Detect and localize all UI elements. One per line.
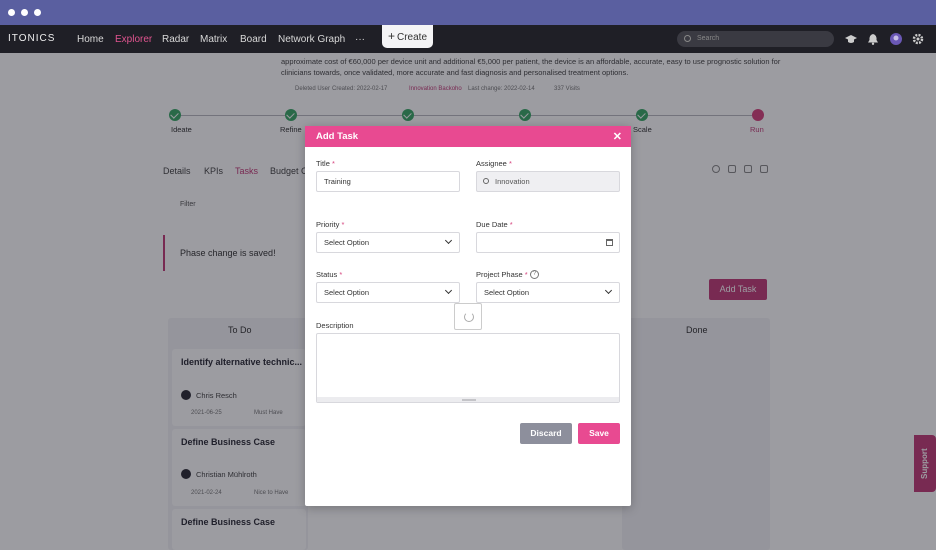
discard-button[interactable]: Discard (520, 423, 572, 444)
graduation-cap-icon[interactable] (845, 33, 857, 45)
nav-more[interactable]: ··· (355, 34, 365, 45)
status-select[interactable]: Select Option (316, 282, 460, 303)
top-navigation: ITONICS Home Explorer Radar Matrix Board… (0, 25, 936, 53)
priority-value: Select Option (324, 238, 370, 247)
nav-board[interactable]: Board (240, 34, 267, 45)
nav-network-graph[interactable]: Network Graph (278, 34, 345, 45)
close-icon[interactable]: ✕ (613, 130, 622, 143)
nav-home[interactable]: Home (77, 34, 104, 45)
search-icon (483, 178, 489, 184)
project-phase-label: Project Phase * (476, 270, 528, 279)
status-label: Status * (316, 270, 343, 279)
nav-explorer[interactable]: Explorer (115, 34, 152, 45)
resize-handle[interactable] (462, 399, 476, 401)
assignee-input[interactable]: Innovation (476, 171, 620, 192)
project-phase-value: Select Option (484, 288, 530, 297)
title-label: Title * (316, 159, 335, 168)
calendar-icon[interactable] (606, 239, 613, 246)
create-label: Create (397, 32, 428, 43)
description-textarea[interactable] (316, 333, 620, 403)
window-titlebar (0, 0, 936, 25)
chevron-down-icon (444, 286, 453, 295)
title-input[interactable]: Training (316, 171, 460, 192)
title-value: Training (324, 177, 351, 186)
help-icon[interactable]: ? (530, 270, 539, 279)
avatar[interactable] (890, 33, 902, 45)
due-date-input[interactable] (476, 232, 620, 253)
window-dot-icon[interactable] (21, 9, 28, 16)
bell-icon[interactable] (867, 33, 879, 45)
modal-title: Add Task (316, 131, 359, 142)
resize-bar (317, 397, 619, 402)
search-icon (684, 35, 691, 42)
priority-select[interactable]: Select Option (316, 232, 460, 253)
create-button[interactable]: + Create (382, 25, 433, 48)
search-placeholder: Search (697, 35, 720, 42)
chevron-down-icon (604, 286, 613, 295)
description-label: Description (316, 321, 354, 330)
search-input[interactable]: Search (677, 31, 834, 47)
loading-spinner-icon (454, 303, 482, 330)
save-button[interactable]: Save (578, 423, 620, 444)
nav-radar[interactable]: Radar (162, 34, 189, 45)
assignee-label: Assignee * (476, 159, 512, 168)
nav-matrix[interactable]: Matrix (200, 34, 227, 45)
modal-header: Add Task ✕ (305, 126, 631, 147)
project-phase-select[interactable]: Select Option (476, 282, 620, 303)
due-date-label: Due Date * (476, 220, 513, 229)
priority-label: Priority * (316, 220, 345, 229)
chevron-down-icon (444, 236, 453, 245)
gear-icon[interactable] (912, 33, 924, 45)
status-value: Select Option (324, 288, 370, 297)
plus-icon: + (387, 29, 395, 43)
assignee-value: Innovation (495, 177, 530, 186)
logo[interactable]: ITONICS (8, 33, 55, 44)
window-dot-icon[interactable] (8, 9, 15, 16)
window-dot-icon[interactable] (34, 9, 41, 16)
